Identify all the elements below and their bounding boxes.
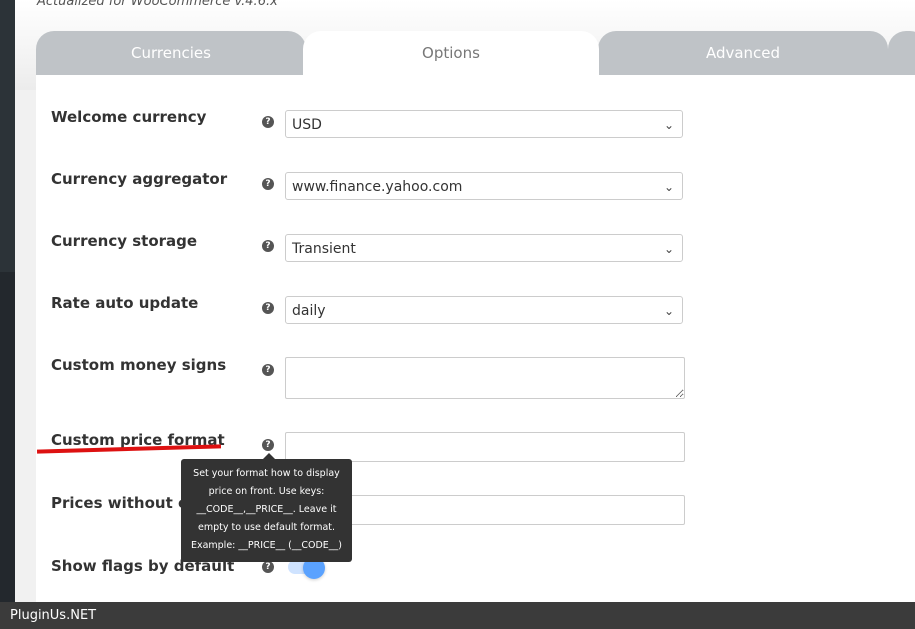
options-panel xyxy=(36,75,915,605)
aggregator-label: Currency aggregator xyxy=(51,170,228,188)
help-icon[interactable]: ? xyxy=(262,240,274,252)
tooltip: Set your format how to display price on … xyxy=(181,453,352,562)
tooltip-line: price on front. Use keys: xyxy=(208,486,325,497)
tooltip-line: Set your format how to display xyxy=(193,468,340,479)
chevron-down-icon: ⌄ xyxy=(663,242,674,256)
tooltip-line: empty to use default format. xyxy=(197,522,336,533)
money-signs-label: Custom money signs xyxy=(51,356,227,374)
subtitle: Actualized for WooCommerce v.4.6.x xyxy=(37,0,278,9)
welcome-currency-select[interactable]: USD ⌄ xyxy=(285,110,683,138)
tab-currencies[interactable]: Currencies xyxy=(36,31,306,75)
aggregator-select[interactable]: www.finance.yahoo.com ⌄ xyxy=(285,172,683,200)
footer-brand: PluginUs.NET xyxy=(0,602,915,629)
chevron-down-icon: ⌄ xyxy=(663,304,674,318)
admin-sidebar-lower xyxy=(0,272,15,602)
storage-label: Currency storage xyxy=(51,232,198,250)
selected-value: Transient xyxy=(292,241,356,257)
tab-next[interactable] xyxy=(888,31,915,75)
help-icon[interactable]: ? xyxy=(262,439,274,451)
selected-value: www.finance.yahoo.com xyxy=(292,179,463,195)
selected-value: daily xyxy=(292,303,326,319)
help-icon[interactable]: ? xyxy=(262,178,274,190)
money-signs-textarea[interactable] xyxy=(285,357,685,399)
selected-value: USD xyxy=(292,117,322,133)
tooltip-line: Example: __PRICE__ (__CODE__) xyxy=(190,540,343,551)
help-icon[interactable]: ? xyxy=(262,116,274,128)
price-format-input[interactable] xyxy=(285,432,685,462)
tooltip-line: __CODE__,__PRICE__. Leave it xyxy=(196,504,337,515)
auto-update-label: Rate auto update xyxy=(51,294,199,312)
auto-update-select[interactable]: daily ⌄ xyxy=(285,296,683,324)
help-icon[interactable]: ? xyxy=(262,302,274,314)
help-icon[interactable]: ? xyxy=(262,364,274,376)
tab-options[interactable]: Options xyxy=(303,31,599,75)
chevron-down-icon: ⌄ xyxy=(663,180,674,194)
welcome-currency-label: Welcome currency xyxy=(51,108,207,126)
admin-sidebar xyxy=(0,0,15,272)
help-icon[interactable]: ? xyxy=(262,561,274,573)
storage-select[interactable]: Transient ⌄ xyxy=(285,234,683,262)
tab-advanced[interactable]: Advanced xyxy=(598,31,888,75)
chevron-down-icon: ⌄ xyxy=(663,118,674,132)
